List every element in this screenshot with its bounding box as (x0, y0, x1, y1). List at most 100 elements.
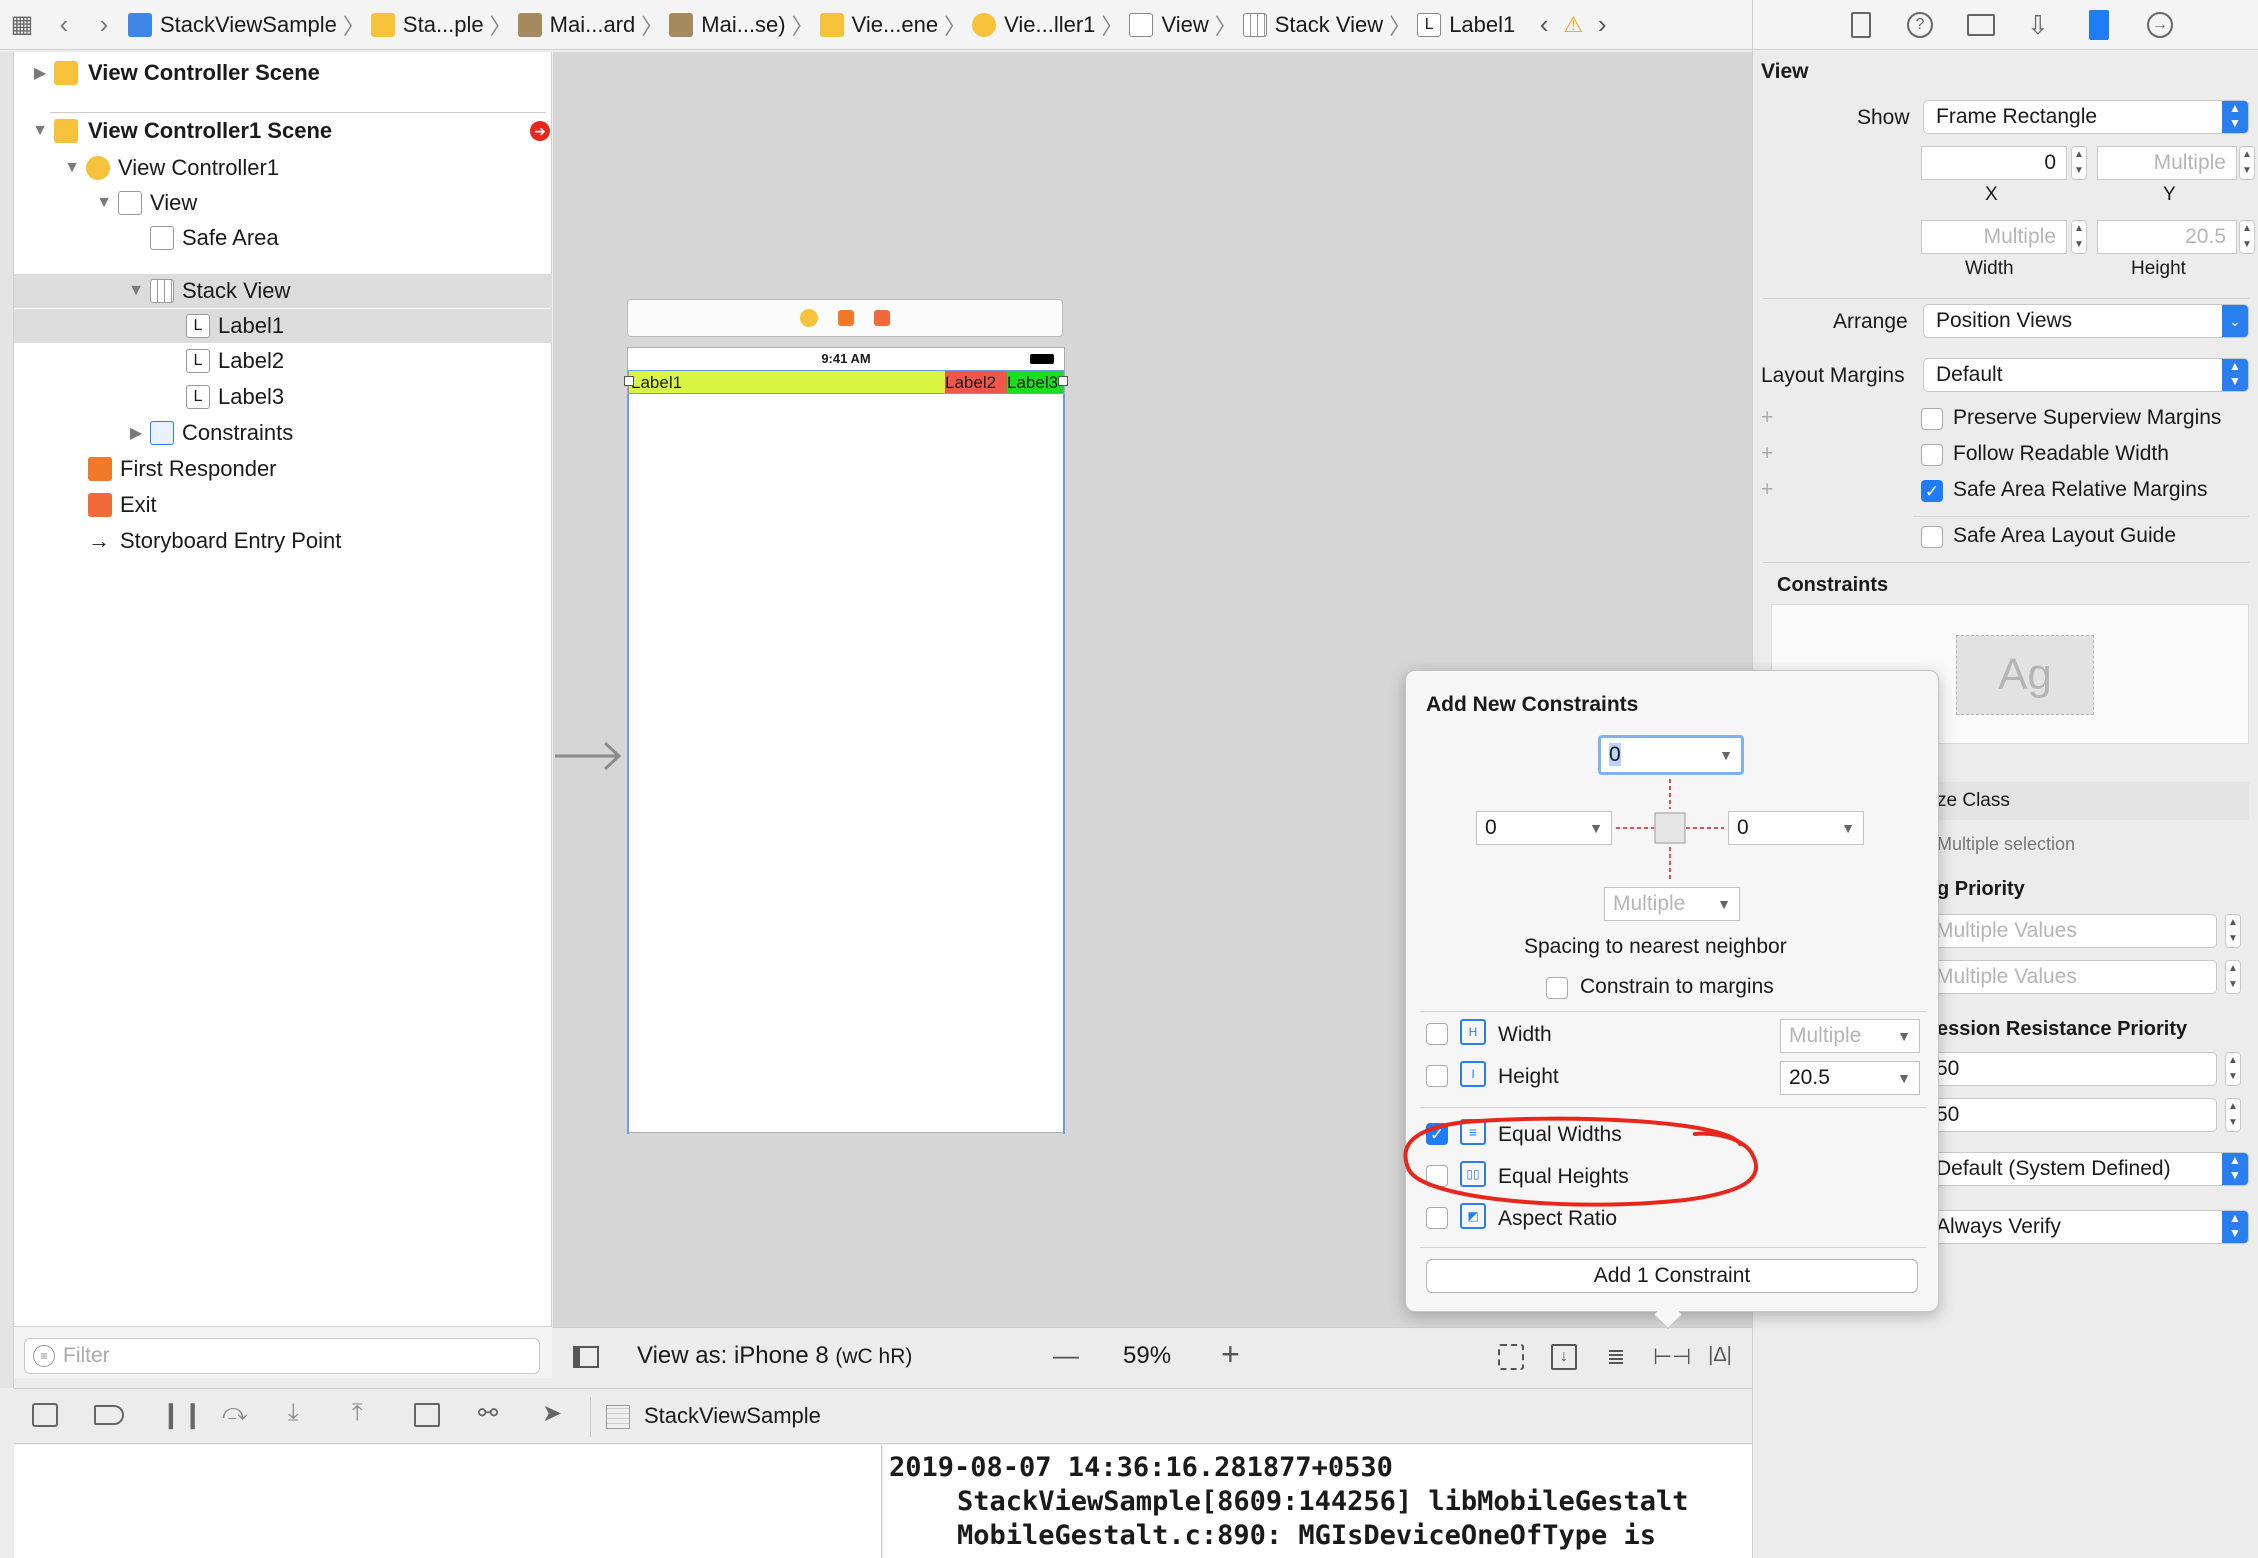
height-stepper-icon[interactable]: ▲ ▼ (2239, 220, 2255, 254)
breadcrumb-view[interactable]: View (1125, 12, 1212, 38)
arrange-popup[interactable]: Position Views ⌄ (1923, 304, 2249, 338)
disclosure-down-icon[interactable]: ▼ (126, 282, 146, 300)
disclosure-right-icon[interactable]: ▶ (126, 423, 146, 443)
stack-view[interactable]: Label1 Label2 Label3 (628, 370, 1064, 394)
previous-issue-icon[interactable]: ‹ (1529, 9, 1559, 40)
exit-icon[interactable] (874, 310, 890, 326)
outline-label3[interactable]: L Label3 (186, 380, 284, 414)
identity-inspector-icon[interactable] (1967, 14, 1995, 36)
x-stepper-icon[interactable]: ▲ ▼ (2071, 146, 2087, 180)
add-new-constraints-icon[interactable]: ⊢⊣ (1653, 1344, 1691, 1370)
safe-area-relative-checkbox[interactable]: ✓ (1921, 480, 1943, 502)
layout-margins-popup[interactable]: Default ▲ ▼ (1923, 358, 2249, 392)
entry-point-arrow[interactable] (553, 741, 623, 771)
variables-view[interactable] (14, 1445, 882, 1558)
outline-storyboard-entry-point[interactable]: → Storyboard Entry Point (88, 524, 341, 558)
preserve-margins-checkbox[interactable] (1921, 408, 1943, 430)
first-responder-icon[interactable] (838, 310, 854, 326)
bottom-spacing-field[interactable]: Multiple ▼ (1604, 887, 1740, 921)
outline-view[interactable]: ▼ View (94, 186, 197, 220)
y-field[interactable]: Multiple (2097, 146, 2237, 180)
selection-handle-left[interactable] (624, 376, 634, 386)
disclosure-right-icon[interactable]: ▶ (30, 63, 50, 83)
disclosure-down-icon[interactable]: ▼ (94, 194, 114, 212)
zoom-in-button[interactable]: + (1221, 1336, 1240, 1373)
align-icon[interactable]: ≣ (1603, 1344, 1629, 1370)
breadcrumb-stack-view[interactable]: Stack View (1239, 12, 1387, 38)
height-field[interactable]: 20.5 (2097, 220, 2237, 254)
width-value-field[interactable]: Multiple ▼ (1780, 1019, 1920, 1053)
stepper-icon[interactable]: ▲ ▼ (2225, 1098, 2241, 1132)
view-controller-frame[interactable]: 9:41 AM Label1 Label2 Label3 (624, 347, 1068, 1134)
constrain-margins-checkbox[interactable] (1546, 977, 1568, 999)
next-issue-icon[interactable]: › (1587, 9, 1617, 40)
intrinsic-size-popup[interactable]: Default (System Defined) ▲ ▼ (1923, 1152, 2249, 1186)
disclosure-down-icon[interactable]: ▼ (30, 122, 50, 140)
add-constraint-button[interactable]: Add 1 Constraint (1426, 1259, 1918, 1293)
label3[interactable]: Label3 (1007, 371, 1063, 393)
stepper-icon[interactable]: ▲ ▼ (2225, 960, 2241, 994)
outline-label2[interactable]: L Label2 (186, 344, 284, 378)
outline-view-controller1[interactable]: ▼ View Controller1 (62, 151, 279, 185)
height-value-field[interactable]: 20.5 ▼ (1780, 1061, 1920, 1095)
plus-icon[interactable]: + (1761, 478, 1773, 502)
embed-in-icon[interactable]: ↓ (1551, 1344, 1577, 1370)
breadcrumb-storyboard[interactable]: Mai...ard (514, 12, 640, 38)
breadcrumb-view-controller[interactable]: Vie...ller1 (968, 12, 1099, 38)
forward-arrow-icon[interactable]: › (84, 9, 124, 40)
outline-scene-view-controller1[interactable]: ▼ View Controller1 Scene ➜ (30, 114, 550, 148)
right-spacing-field[interactable]: 0 ▼ (1728, 811, 1864, 845)
label1[interactable]: Label1 (629, 371, 945, 393)
show-popup[interactable]: Frame Rectangle ▲ ▼ (1923, 100, 2249, 134)
scene-dock[interactable] (627, 299, 1063, 337)
plus-icon[interactable]: + (1761, 442, 1773, 466)
outline-first-responder[interactable]: First Responder (88, 452, 277, 486)
view-as-device[interactable]: View as: iPhone 8 (wC hR) (637, 1342, 912, 1370)
hugging-vertical-popup[interactable]: Multiple Values (1923, 960, 2217, 994)
safe-area-guide-checkbox[interactable] (1921, 526, 1943, 548)
breadcrumb-scene[interactable]: Vie...ene (816, 12, 942, 38)
zoom-out-button[interactable]: — (1053, 1340, 1079, 1371)
back-arrow-icon[interactable]: ‹ (44, 9, 84, 40)
outline-constraints[interactable]: ▶ Constraints (126, 416, 293, 450)
width-field[interactable]: Multiple (1921, 220, 2067, 254)
disclosure-down-icon[interactable]: ▼ (62, 159, 82, 177)
width-stepper-icon[interactable]: ▲ ▼ (2071, 220, 2087, 254)
selection-handle-right[interactable] (1058, 376, 1068, 386)
plus-icon[interactable]: + (1761, 406, 1773, 430)
compression-horizontal-popup[interactable]: 50 (1923, 1052, 2217, 1086)
size-inspector-icon[interactable] (2089, 10, 2109, 40)
top-spacing-field[interactable]: 0 ▼ (1598, 735, 1744, 775)
outline-safe-area[interactable]: Safe Area (150, 221, 279, 255)
stepper-icon[interactable]: ▲ ▼ (2225, 1052, 2241, 1086)
breadcrumb-folder[interactable]: Sta...ple (367, 12, 488, 38)
outline-label1[interactable]: L Label1 (14, 309, 552, 343)
height-checkbox[interactable] (1426, 1065, 1448, 1087)
left-spacing-field[interactable]: 0 ▼ (1476, 811, 1612, 845)
update-frames-icon[interactable] (1498, 1344, 1524, 1370)
hugging-horizontal-popup[interactable]: Multiple Values (1923, 914, 2217, 948)
connections-inspector-icon[interactable]: → (2147, 12, 2173, 38)
outline-scene-view-controller[interactable]: ▶ View Controller Scene (30, 56, 320, 90)
toggle-outline-icon[interactable] (573, 1346, 599, 1368)
outline-exit[interactable]: Exit (88, 488, 157, 522)
readable-width-checkbox[interactable] (1921, 444, 1943, 466)
help-icon[interactable]: ? (1907, 12, 1933, 38)
view-controller-icon[interactable] (800, 309, 818, 327)
ambiguity-popup[interactable]: Always Verify ▲ ▼ (1923, 1210, 2249, 1244)
stepper-icon[interactable]: ▲ ▼ (2225, 914, 2241, 948)
breadcrumb-storyboard-base[interactable]: Mai...se) (665, 12, 789, 38)
compression-vertical-popup[interactable]: 50 (1923, 1098, 2217, 1132)
resolve-auto-layout-icon[interactable]: |Δ| (1705, 1344, 1735, 1370)
y-stepper-icon[interactable]: ▲ ▼ (2239, 146, 2255, 180)
breadcrumb-project[interactable]: StackViewSample (124, 12, 341, 38)
breadcrumb-label[interactable]: L Label1 (1413, 12, 1519, 38)
width-checkbox[interactable] (1426, 1023, 1448, 1045)
outline-stack-view[interactable]: ▼ Stack View (14, 274, 552, 308)
x-field[interactable]: 0 (1921, 146, 2067, 180)
console-output[interactable]: 2019-08-07 14:36:16.281877+0530 StackVie… (883, 1445, 1752, 1558)
file-inspector-icon[interactable] (1851, 12, 1871, 38)
grid-icon[interactable]: ▦ (0, 10, 44, 39)
label2[interactable]: Label2 (945, 371, 1007, 393)
filter-input[interactable]: ≡ Filter (24, 1338, 540, 1374)
